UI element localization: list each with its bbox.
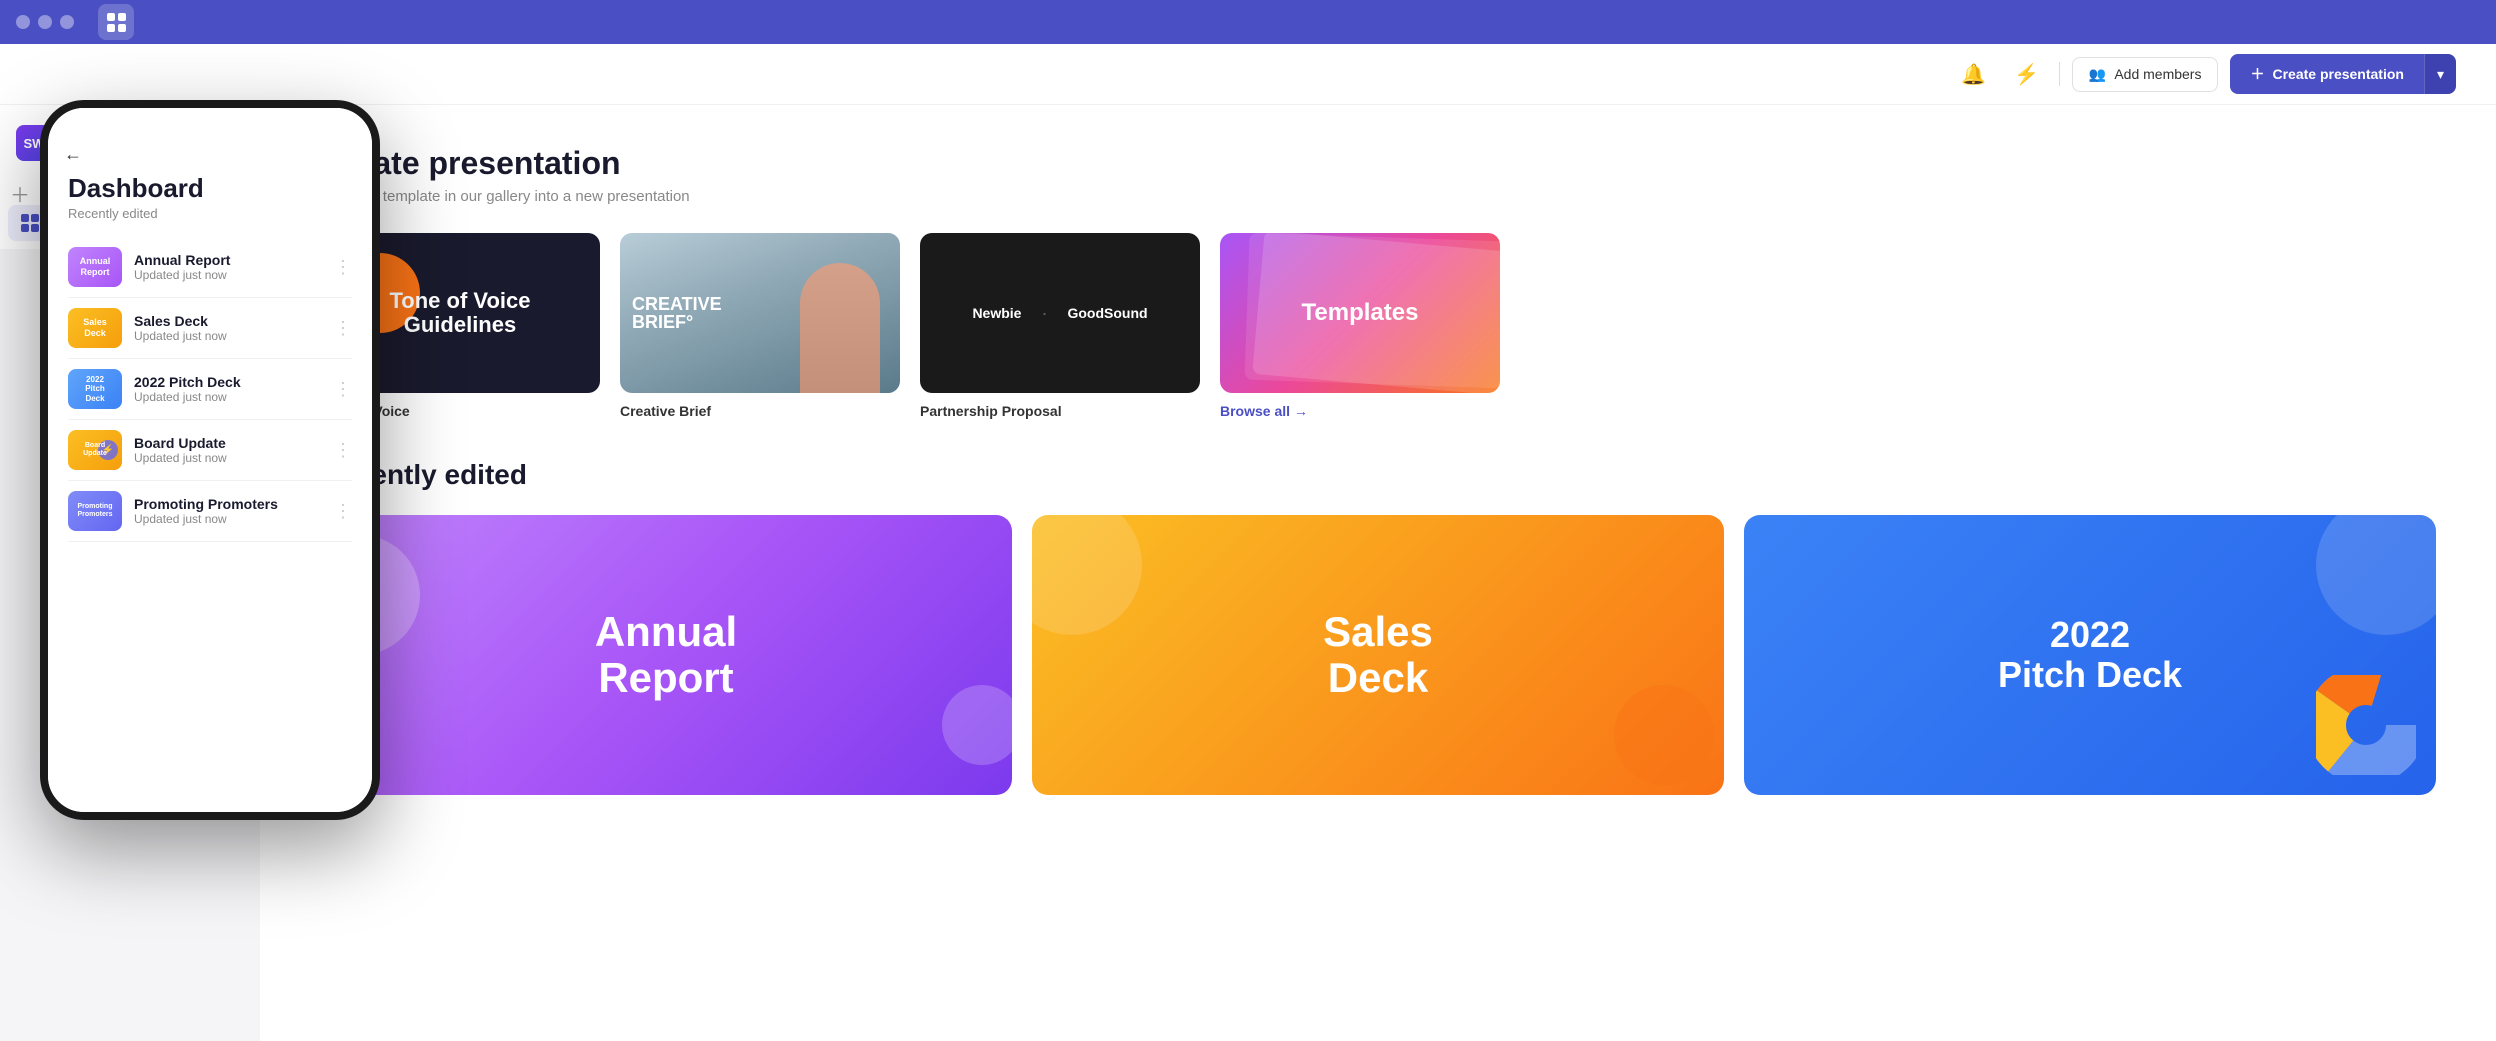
board-update-thumb: BoardUpdate ⚡ xyxy=(68,430,122,470)
app-body: 🔔 ⚡ 👥 Add members ＋ Create presentation … xyxy=(0,44,2496,1041)
list-item[interactable]: AnnualReport Annual Report Updated just … xyxy=(68,237,352,298)
templates-card-text: Templates xyxy=(1302,299,1419,327)
pitch-pie-chart xyxy=(2316,675,2416,775)
promoting-title: Promoting Promoters xyxy=(134,496,322,512)
recently-edited-section: Recently edited AnnualReport xyxy=(320,459,2436,795)
templates-grid: Tone of VoiceGuidelines Tone of Voice CR… xyxy=(320,233,2436,419)
partnership-thumb: Newbie · GoodSound xyxy=(920,233,1200,393)
main-content: Create presentation Turn any template in… xyxy=(260,105,2496,1041)
list-item[interactable]: BoardUpdate ⚡ Board Update Updated just … xyxy=(68,420,352,481)
browse-all-label: Browse all → xyxy=(1220,403,1308,419)
sales-card-text: SalesDeck xyxy=(1303,589,1453,721)
list-item[interactable]: SalesDeck Sales Deck Updated just now ⋮ xyxy=(68,298,352,359)
annual-report-menu[interactable]: ⋮ xyxy=(334,257,352,278)
template-card-creative[interactable]: CREATIVEBRIEF° Creative Brief xyxy=(620,233,900,419)
sales-deck-title: Sales Deck xyxy=(134,313,322,329)
phone-screen: ← Dashboard Recently edited AnnualReport xyxy=(48,108,372,812)
pitch-card-text: 2022Pitch Deck xyxy=(1978,595,2202,714)
board-update-menu[interactable]: ⋮ xyxy=(334,440,352,461)
board-update-info: Board Update Updated just now xyxy=(134,435,322,465)
app-main: SW SpaceWork PRO ▾ Cici Frasier xyxy=(0,105,2496,1041)
pitch-deck-info: 2022 Pitch Deck Updated just now xyxy=(134,374,322,404)
create-section-title: Create presentation xyxy=(320,145,2436,182)
users-icon: 👥 xyxy=(2089,66,2106,83)
sales-deck-thumb: SalesDeck xyxy=(68,308,122,348)
annual-report-title: Annual Report xyxy=(134,252,322,268)
board-update-title: Board Update xyxy=(134,435,322,451)
traffic-light-red[interactable] xyxy=(16,15,30,29)
recently-edited-title: Recently edited xyxy=(320,459,2436,491)
add-members-button[interactable]: 👥 Add members xyxy=(2072,57,2219,92)
recent-card-sales[interactable]: SalesDeck xyxy=(1032,515,1724,795)
app-container: 🔔 ⚡ 👥 Add members ＋ Create presentation … xyxy=(0,0,2496,1041)
creative-brief-text: CREATIVEBRIEF° xyxy=(632,295,722,331)
plus-icon: ＋ xyxy=(2250,64,2264,84)
header-divider xyxy=(2059,62,2060,86)
partner-logo-2: GoodSound xyxy=(1067,305,1147,321)
create-btn-group: ＋ Create presentation ▾ xyxy=(2230,54,2456,94)
phone-status-bar xyxy=(48,108,372,136)
pitch-decor: 2022Pitch Deck xyxy=(1744,515,2436,795)
pitch-deck-title: 2022 Pitch Deck xyxy=(134,374,322,390)
browse-all-button[interactable]: Browse all → xyxy=(1220,403,1308,419)
sales-decor: SalesDeck xyxy=(1032,515,1724,795)
create-dropdown-button[interactable]: ▾ xyxy=(2424,54,2456,94)
phone-subtitle: Recently edited xyxy=(68,206,352,221)
create-presentation-button[interactable]: ＋ Create presentation xyxy=(2230,54,2423,94)
add-members-label: Add members xyxy=(2114,66,2201,82)
phone-frame: ← Dashboard Recently edited AnnualReport xyxy=(40,105,380,820)
template-card-partnership[interactable]: Newbie · GoodSound Partnership Proposal xyxy=(920,233,1200,419)
dashboard-grid-icon xyxy=(20,213,40,233)
create-section-subtitle: Turn any template in our gallery into a … xyxy=(320,188,2436,205)
creative-name: Creative Brief xyxy=(620,403,900,419)
pitch-deck-updated: Updated just now xyxy=(134,390,322,404)
notification-button[interactable]: 🔔 xyxy=(1953,58,1994,91)
top-bar xyxy=(0,0,2496,44)
phone-back-button[interactable]: ← xyxy=(48,136,372,165)
template-card-templates[interactable]: Templates Browse all → xyxy=(1220,233,1500,419)
chevron-down-icon: ▾ xyxy=(2437,66,2444,82)
promoting-thumb: PromotingPromoters xyxy=(68,491,122,531)
templates-thumb: Templates xyxy=(1220,233,1500,393)
list-item[interactable]: PromotingPromoters Promoting Promoters U… xyxy=(68,481,352,542)
sales-deck-info: Sales Deck Updated just now xyxy=(134,313,322,343)
board-update-updated: Updated just now xyxy=(134,451,322,465)
promoting-menu[interactable]: ⋮ xyxy=(334,501,352,522)
promoting-updated: Updated just now xyxy=(134,512,322,526)
partnership-name: Partnership Proposal xyxy=(920,403,1200,419)
phone-mockup-area: ← Dashboard Recently edited AnnualReport xyxy=(40,105,460,960)
recent-card-pitch[interactable]: 2022Pitch Deck xyxy=(1744,515,2436,795)
traffic-light-green[interactable] xyxy=(60,15,74,29)
header-area: 🔔 ⚡ 👥 Add members ＋ Create presentation … xyxy=(0,44,2496,105)
annual-card-text: AnnualReport xyxy=(575,589,757,721)
create-presentation-section: Create presentation Turn any template in… xyxy=(320,145,2436,419)
promoting-info: Promoting Promoters Updated just now xyxy=(134,496,322,526)
grid-app-icon[interactable] xyxy=(98,4,134,40)
phone-content: Dashboard Recently edited AnnualReport A… xyxy=(48,173,372,542)
create-presentation-label: Create presentation xyxy=(2272,66,2403,82)
pitch-deck-menu[interactable]: ⋮ xyxy=(334,379,352,400)
sales-deck-updated: Updated just now xyxy=(134,329,322,343)
partner-logo-1: Newbie xyxy=(972,305,1021,321)
phone-title: Dashboard xyxy=(68,173,352,204)
list-item[interactable]: 2022PitchDeck 2022 Pitch Deck Updated ju… xyxy=(68,359,352,420)
sales-deck-menu[interactable]: ⋮ xyxy=(334,318,352,339)
traffic-light-yellow[interactable] xyxy=(38,15,52,29)
sidebar-add-button[interactable]: ＋ xyxy=(8,181,32,205)
annual-report-updated: Updated just now xyxy=(134,268,322,282)
recently-grid: AnnualReport SalesDeck xyxy=(320,515,2436,795)
annual-report-thumb: AnnualReport xyxy=(68,247,122,287)
pitch-deck-thumb: 2022PitchDeck xyxy=(68,369,122,409)
lightning-button[interactable]: ⚡ xyxy=(2006,58,2047,91)
header-right: 🔔 ⚡ 👥 Add members ＋ Create presentation … xyxy=(1953,54,2456,94)
creative-thumb: CREATIVEBRIEF° xyxy=(620,233,900,393)
annual-report-info: Annual Report Updated just now xyxy=(134,252,322,282)
person-silhouette xyxy=(800,263,880,393)
